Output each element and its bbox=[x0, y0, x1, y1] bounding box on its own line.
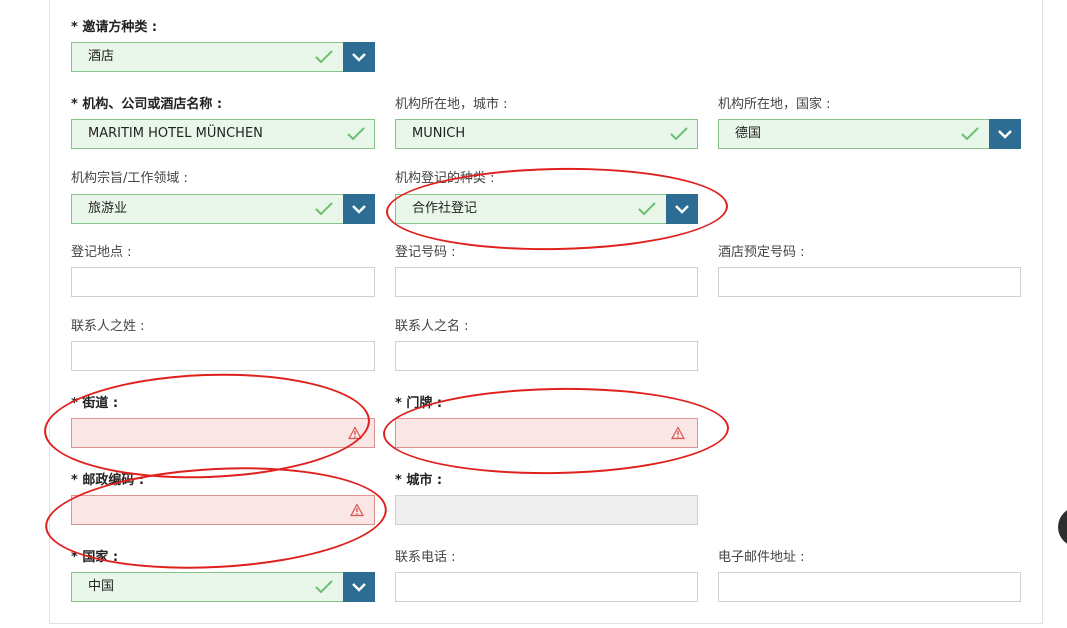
country-select[interactable]: 中国 bbox=[71, 572, 375, 602]
country-value: 中国 bbox=[88, 579, 115, 594]
registration-place-label: 登记地点 : bbox=[71, 245, 132, 260]
house-number-input[interactable] bbox=[395, 418, 698, 448]
check-icon bbox=[315, 202, 333, 216]
check-icon bbox=[961, 127, 979, 141]
registration-type-dropdown-button[interactable] bbox=[666, 194, 698, 224]
registration-number-label: 登记号码 : bbox=[395, 245, 456, 260]
org-name-label: * 机构、公司或酒店名称 : bbox=[71, 97, 223, 112]
check-icon bbox=[315, 50, 333, 64]
contact-surname-label: 联系人之姓 : bbox=[71, 319, 145, 334]
registration-type-value: 合作社登记 bbox=[412, 201, 478, 216]
registration-place-input[interactable] bbox=[71, 267, 375, 297]
org-country-dropdown-button[interactable] bbox=[989, 119, 1021, 149]
registration-type-select[interactable]: 合作社登记 bbox=[395, 194, 698, 224]
inviter-type-label: * 邀请方种类 : bbox=[71, 20, 158, 35]
warning-triangle-icon bbox=[348, 426, 362, 440]
city-label: * 城市 : bbox=[395, 473, 443, 488]
registration-type-label: 机构登记的种类 : bbox=[395, 171, 495, 186]
contact-given-name-input[interactable] bbox=[395, 341, 698, 371]
chevron-down-icon bbox=[352, 583, 366, 592]
inviter-type-value: 酒店 bbox=[88, 49, 115, 64]
check-icon bbox=[315, 580, 333, 594]
org-city-label: 机构所在地，城市 : bbox=[395, 97, 508, 112]
chevron-down-icon bbox=[352, 205, 366, 214]
email-input[interactable] bbox=[718, 572, 1021, 602]
check-icon bbox=[347, 127, 365, 141]
hotel-booking-number-label: 酒店预定号码 : bbox=[718, 245, 805, 260]
chevron-down-icon bbox=[675, 205, 689, 214]
org-country-value: 德国 bbox=[735, 126, 762, 141]
phone-label: 联系电话 : bbox=[395, 550, 456, 565]
chevron-down-icon bbox=[352, 53, 366, 62]
form-panel bbox=[49, 0, 1043, 624]
org-country-select[interactable]: 德国 bbox=[718, 119, 1021, 149]
chevron-down-icon bbox=[998, 130, 1012, 139]
city-input bbox=[395, 495, 698, 525]
country-dropdown-button[interactable] bbox=[343, 572, 375, 602]
warning-triangle-icon bbox=[350, 503, 364, 517]
org-name-input[interactable]: MARITIM HOTEL MÜNCHEN bbox=[71, 119, 375, 149]
email-label: 电子邮件地址 : bbox=[718, 550, 805, 565]
contact-surname-input[interactable] bbox=[71, 341, 375, 371]
org-name-value: MARITIM HOTEL MÜNCHEN bbox=[88, 126, 263, 141]
contact-given-name-label: 联系人之名 : bbox=[395, 319, 469, 334]
phone-input[interactable] bbox=[395, 572, 698, 602]
check-icon bbox=[670, 127, 688, 141]
org-purpose-select[interactable]: 旅游业 bbox=[71, 194, 375, 224]
org-city-value: MUNICH bbox=[412, 126, 466, 141]
street-input[interactable] bbox=[71, 418, 375, 448]
inviter-type-dropdown-button[interactable] bbox=[343, 42, 375, 72]
country-label: * 国家 : bbox=[71, 550, 119, 565]
org-city-input[interactable]: MUNICH bbox=[395, 119, 698, 149]
org-purpose-value: 旅游业 bbox=[88, 201, 128, 216]
postal-code-input[interactable] bbox=[71, 495, 375, 525]
inviter-type-select[interactable]: 酒店 bbox=[71, 42, 375, 72]
org-purpose-label: 机构宗旨/工作领域 : bbox=[71, 171, 188, 186]
house-number-label: * 门牌 : bbox=[395, 396, 443, 411]
check-icon bbox=[638, 202, 656, 216]
org-country-label: 机构所在地，国家 : bbox=[718, 97, 831, 112]
registration-number-input[interactable] bbox=[395, 267, 698, 297]
org-purpose-dropdown-button[interactable] bbox=[343, 194, 375, 224]
warning-triangle-icon bbox=[671, 426, 685, 440]
street-label: * 街道 : bbox=[71, 396, 119, 411]
postal-code-label: * 邮政编码 : bbox=[71, 473, 145, 488]
floating-action-button[interactable] bbox=[1058, 507, 1067, 547]
hotel-booking-number-input[interactable] bbox=[718, 267, 1021, 297]
